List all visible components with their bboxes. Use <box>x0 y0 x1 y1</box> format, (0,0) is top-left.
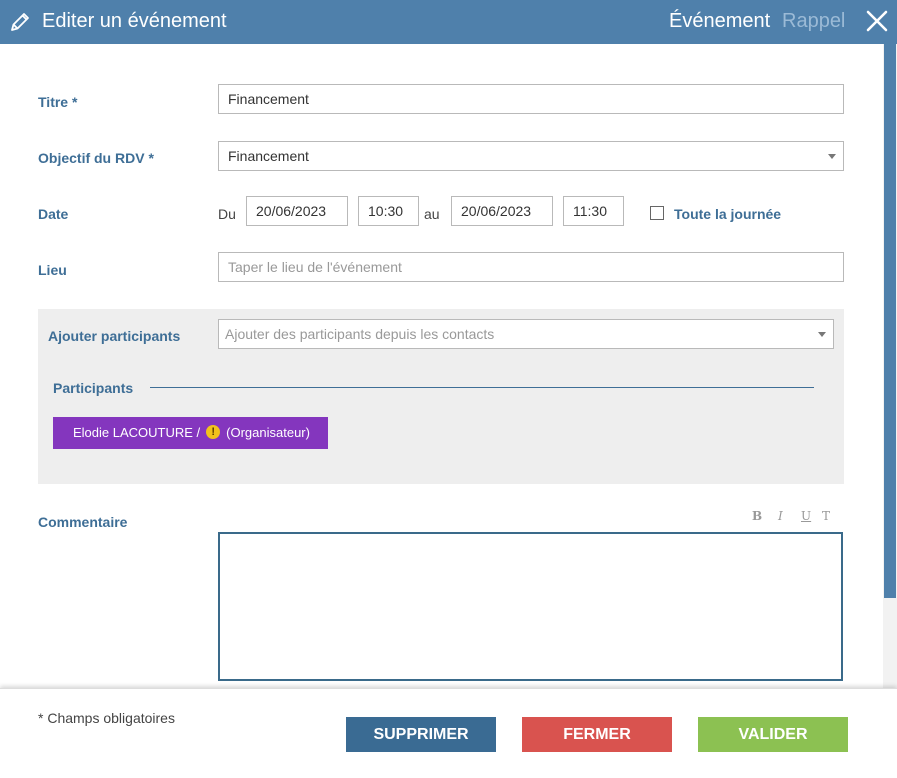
chevron-down-icon <box>818 332 826 337</box>
participant-chip[interactable]: Elodie LACOUTURE /! (Organisateur) <box>53 417 328 449</box>
start-date-input[interactable]: 20/06/2023 <box>246 196 348 226</box>
all-day-checkbox[interactable] <box>650 206 664 220</box>
date-label: Date <box>38 206 69 222</box>
chevron-down-icon <box>828 154 836 159</box>
all-day-label[interactable]: Toute la journée <box>674 206 781 222</box>
bold-button[interactable]: B <box>752 509 762 523</box>
start-time-input[interactable]: 10:30 <box>358 196 419 226</box>
delete-button[interactable]: SUPPRIMER <box>346 717 496 752</box>
lieu-input[interactable]: Taper le lieu de l'événement <box>218 252 844 282</box>
close-icon[interactable] <box>866 10 888 32</box>
warning-icon: ! <box>206 424 221 439</box>
scrollbar-thumb[interactable] <box>884 44 896 598</box>
objectif-select[interactable]: Financement <box>218 141 844 171</box>
validate-button[interactable]: VALIDER <box>698 717 848 752</box>
date-du-label: Du <box>218 206 236 222</box>
participants-heading: Participants <box>53 380 134 396</box>
required-note: * Champs obligatoires <box>38 710 175 726</box>
objectif-select-value: Financement <box>228 148 309 164</box>
italic-button[interactable]: I <box>778 509 783 523</box>
tab-rappel[interactable]: Rappel <box>782 10 845 33</box>
participants-select[interactable]: Ajouter des participants depuis les cont… <box>218 319 834 349</box>
end-time-input[interactable]: 11:30 <box>563 196 624 226</box>
lieu-label: Lieu <box>38 262 67 278</box>
participants-select-placeholder: Ajouter des participants depuis les cont… <box>225 326 495 342</box>
titre-label: Titre * <box>38 94 78 110</box>
dialog-title: Editer un événement <box>42 10 227 32</box>
clear-format-button[interactable]: T <box>822 509 830 523</box>
tab-evenement[interactable]: Événement <box>669 10 770 33</box>
commentaire-textarea[interactable] <box>218 532 843 681</box>
participant-role: (Organisateur) <box>226 425 310 440</box>
pencil-icon <box>11 13 29 31</box>
dialog-header: Editer un événement Événement Rappel <box>0 0 897 44</box>
underline-button[interactable]: U <box>801 509 811 523</box>
participants-divider <box>150 387 814 388</box>
commentaire-label: Commentaire <box>38 514 128 530</box>
date-au-label: au <box>424 206 440 222</box>
ajouter-participants-label: Ajouter participants <box>48 328 181 344</box>
close-button[interactable]: FERMER <box>522 717 672 752</box>
titre-input[interactable]: Financement <box>218 84 844 114</box>
objectif-label: Objectif du RDV * <box>38 150 154 166</box>
participant-name: Elodie LACOUTURE / <box>73 425 201 440</box>
end-date-input[interactable]: 20/06/2023 <box>451 196 553 226</box>
